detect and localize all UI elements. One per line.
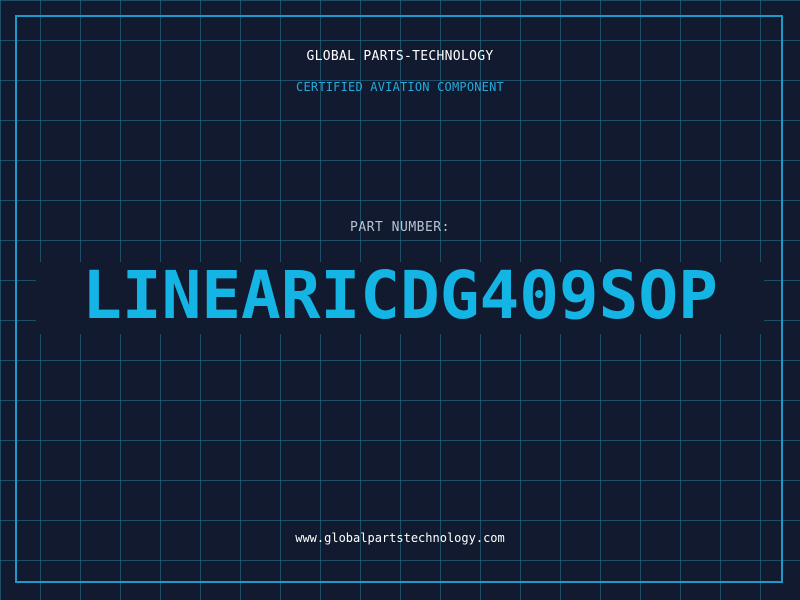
website-url: www.globalpartstechnology.com: [295, 531, 505, 545]
part-number-value: LINEARICDG409SOP: [82, 257, 718, 334]
company-name: GLOBAL PARTS-TECHNOLOGY: [306, 49, 494, 64]
certification-subtitle: CERTIFIED AVIATION COMPONENT: [296, 80, 504, 94]
certificate-card: GLOBAL PARTS-TECHNOLOGY CERTIFIED AVIATI…: [0, 0, 800, 600]
part-number-label: PART NUMBER:: [350, 220, 450, 235]
